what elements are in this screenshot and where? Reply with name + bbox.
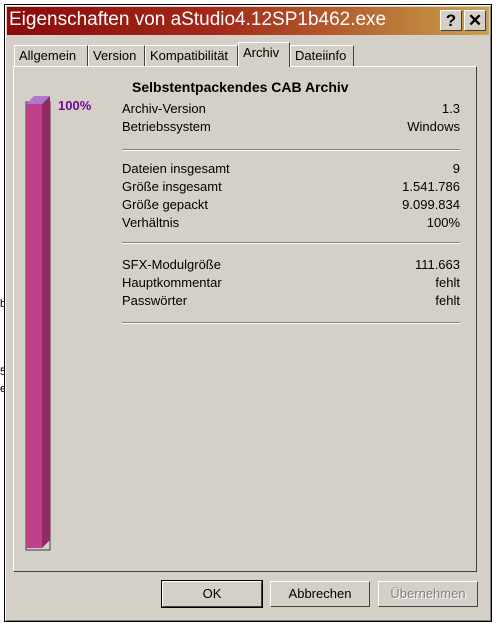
bar-fill-side — [42, 96, 50, 548]
help-button[interactable]: ? — [440, 10, 462, 31]
info-row-archive-version: Archiv-Version 1.3 — [122, 101, 460, 118]
info-value: fehlt — [435, 293, 460, 308]
info-row-total-size: Größe insgesamt 1.541.786 — [122, 179, 460, 196]
info-value: 100% — [426, 215, 460, 230]
apply-button-label: Übernehmen — [390, 586, 466, 601]
separator — [122, 322, 460, 324]
ok-button[interactable]: OK — [161, 580, 263, 608]
tab-allgemein[interactable]: Allgemein — [14, 45, 88, 66]
cancel-button[interactable]: Abbrechen — [270, 581, 370, 607]
title-bar[interactable]: Eigenschaften von aStudio4.12SP1b462.exe… — [7, 7, 489, 35]
apply-button[interactable]: Übernehmen — [378, 581, 478, 607]
info-label: Größe insgesamt — [122, 179, 222, 194]
compression-ratio-bar — [25, 96, 51, 551]
info-label: Archiv-Version — [122, 101, 206, 116]
info-label: Hauptkommentar — [122, 275, 222, 290]
info-label: Dateien insgesamt — [122, 161, 230, 176]
info-row-total-files: Dateien insgesamt 9 — [122, 161, 460, 178]
compression-percent-label: 100% — [58, 98, 92, 113]
ok-button-label: OK — [202, 586, 222, 601]
info-label: SFX-Modulgröße — [122, 257, 221, 272]
close-button[interactable]: ✕ — [464, 10, 486, 31]
separator — [122, 149, 460, 151]
tab-version[interactable]: Version — [88, 45, 145, 66]
window-title: Eigenschaften von aStudio4.12SP1b462.exe — [9, 9, 387, 30]
info-value: 1.541.786 — [402, 179, 460, 194]
info-label: Verhältnis — [122, 215, 180, 230]
bar-fill-front — [26, 104, 42, 548]
tab-archiv[interactable]: Archiv — [238, 42, 290, 67]
info-value: 9 — [452, 161, 460, 176]
cancel-button-label: Abbrechen — [288, 586, 352, 601]
separator — [122, 242, 460, 244]
info-value: Windows — [407, 119, 460, 134]
info-value: 1.3 — [441, 101, 460, 116]
info-value: fehlt — [435, 275, 460, 290]
tab-kompatibilitaet[interactable]: Kompatibilität — [145, 45, 238, 66]
info-label: Betriebssystem — [122, 119, 211, 134]
info-value: 111.663 — [414, 257, 460, 272]
info-row-sfx-module-size: SFX-Modulgröße 111.663 — [122, 257, 460, 274]
info-value: 9.099.834 — [402, 197, 460, 212]
info-row-packed-size: Größe gepackt 9.099.834 — [122, 197, 460, 214]
archive-heading: Selbstentpackendes CAB Archiv — [132, 79, 349, 95]
info-row-passwords: Passwörter fehlt — [122, 293, 460, 310]
info-label: Größe gepackt — [122, 197, 208, 212]
info-row-main-comment: Hauptkommentar fehlt — [122, 275, 460, 292]
info-row-ratio: Verhältnis 100% — [122, 215, 460, 232]
tab-dateiinfo[interactable]: Dateiinfo — [290, 45, 354, 66]
info-label: Passwörter — [122, 293, 188, 308]
info-row-operating-system: Betriebssystem Windows — [122, 119, 460, 136]
archive-tab-panel — [13, 66, 477, 572]
